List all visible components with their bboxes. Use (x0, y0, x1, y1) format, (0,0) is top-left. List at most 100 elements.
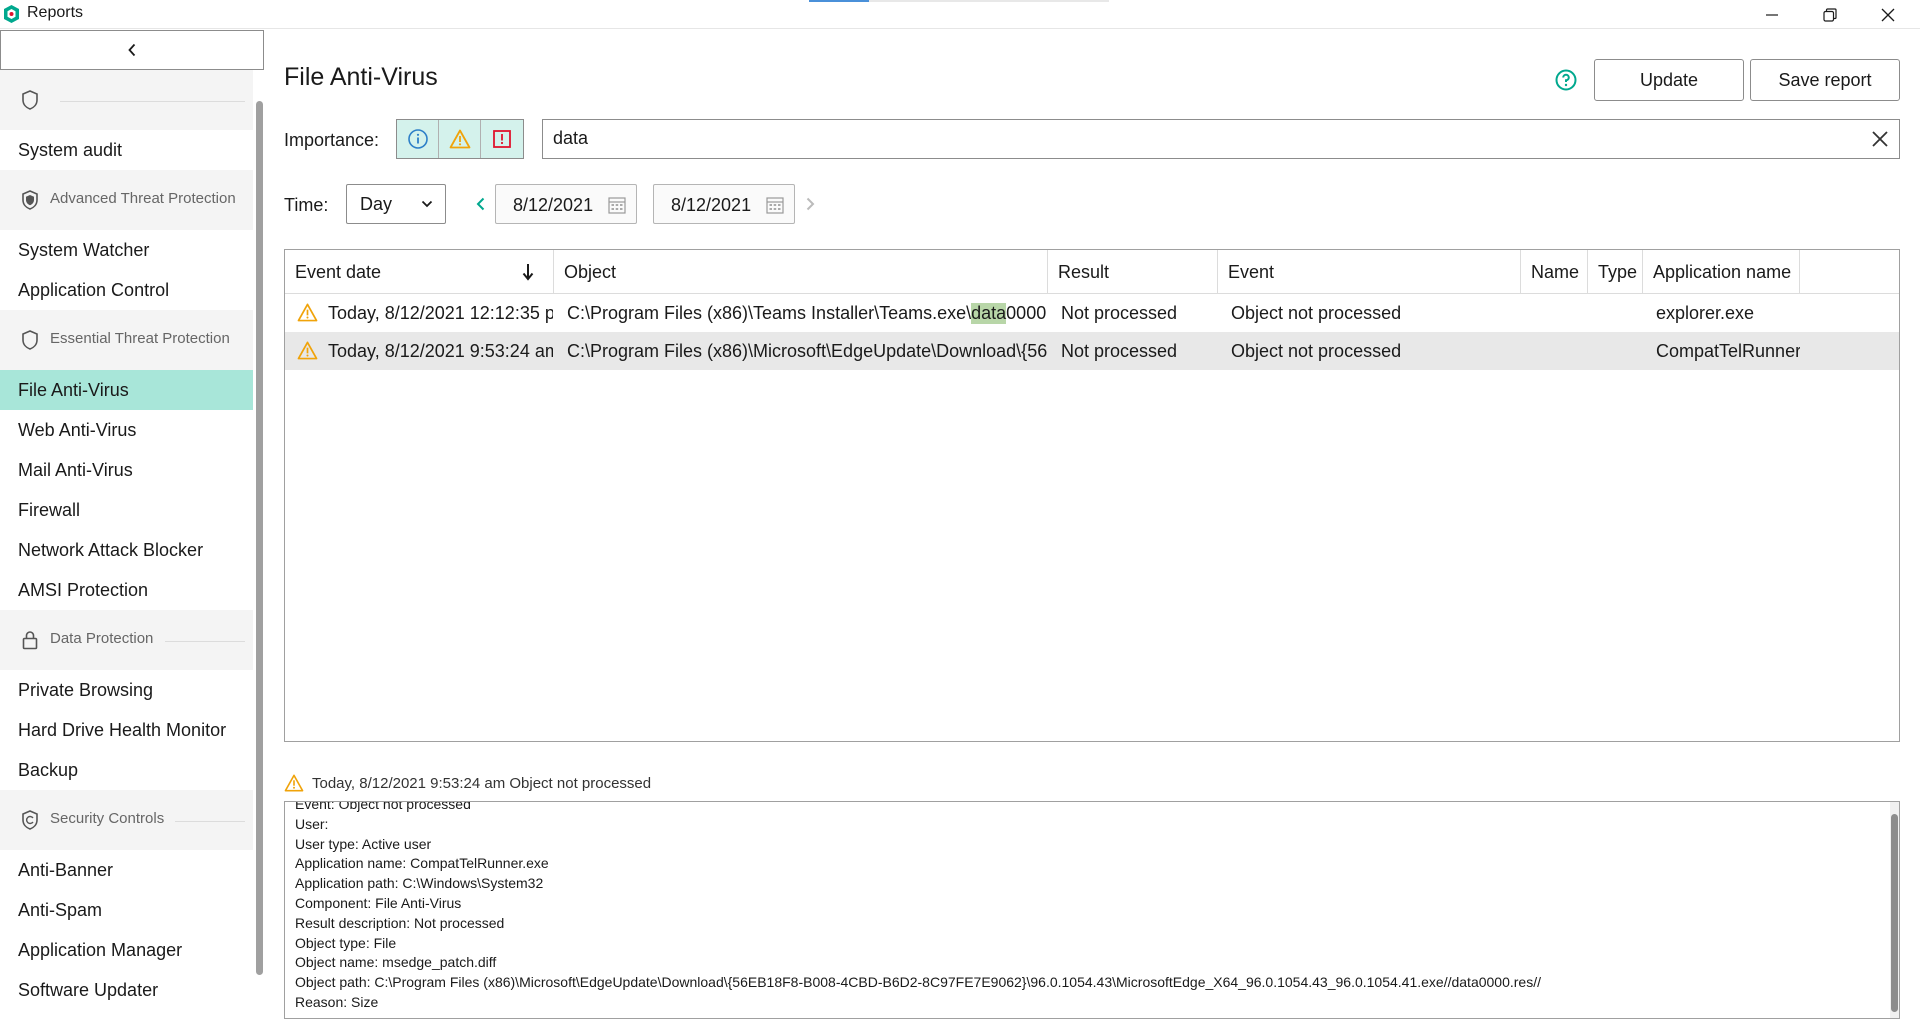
detail-result-description: Result description: Not processed (295, 914, 505, 931)
sidebar-item-amsi-protection[interactable]: AMSI Protection (0, 570, 253, 610)
lock-icon (22, 631, 38, 650)
sidebar-item-network-attack-blocker[interactable]: Network Attack Blocker (0, 530, 253, 570)
sidebar-scrollbar[interactable] (255, 71, 264, 1029)
table-row[interactable]: Today, 8/12/2021 12:12:35 pm C:\Program … (285, 294, 1899, 332)
importance-warning-toggle[interactable] (439, 120, 481, 158)
sidebar-item-private-browsing[interactable]: Private Browsing (0, 670, 253, 710)
detail-component: Component: File Anti-Virus (295, 894, 462, 911)
next-period-icon[interactable] (803, 196, 817, 212)
column-result[interactable]: Result (1048, 250, 1218, 294)
events-table: Event date Object Result Event Name Type… (284, 249, 1900, 742)
sidebar-item-application-manager[interactable]: Application Manager (0, 930, 253, 970)
help-icon[interactable] (1554, 68, 1578, 92)
warning-icon (449, 129, 470, 149)
detail-object-type: Object type: File (295, 934, 397, 951)
sidebar-section-general (0, 70, 253, 130)
column-event[interactable]: Event (1218, 250, 1521, 294)
shield-icon (22, 330, 38, 350)
search-input[interactable]: data (542, 119, 1900, 159)
info-icon (407, 129, 428, 149)
cell-event-date: Today, 8/12/2021 9:53:24 am (328, 340, 553, 361)
minimize-button[interactable] (1743, 0, 1801, 29)
page-title: File Anti-Virus (284, 63, 438, 91)
sidebar-item-system-watcher[interactable]: System Watcher (0, 230, 253, 270)
restore-button[interactable] (1801, 0, 1859, 29)
event-details-header: Today, 8/12/2021 9:53:24 am Object not p… (284, 771, 651, 795)
column-application-name[interactable]: Application name (1643, 250, 1800, 294)
title-bar: Reports (0, 0, 1920, 29)
sidebar-section-label: Advanced Threat Protection (50, 190, 236, 207)
window-title: Reports (27, 4, 84, 21)
cell-result: Not processed (1061, 340, 1178, 361)
detail-user: User: (295, 815, 329, 832)
close-window-button[interactable] (1859, 0, 1917, 29)
app-logo-icon (4, 5, 19, 23)
warning-icon (297, 341, 318, 360)
update-button[interactable]: Update (1594, 59, 1744, 101)
cell-object: C:\Program Files (x86)\Teams Installer\T… (567, 294, 1047, 332)
calendar-icon[interactable] (766, 196, 784, 214)
calendar-icon[interactable] (608, 196, 626, 214)
scrollbar-thumb[interactable] (1891, 814, 1898, 1012)
sidebar: System audit Advanced Threat Protection … (0, 29, 264, 1029)
sidebar-item-application-control[interactable]: Application Control (0, 270, 253, 310)
section-divider (165, 641, 245, 642)
date-from-value: 8/12/2021 (513, 195, 594, 215)
clear-search-icon[interactable] (1871, 130, 1889, 148)
collapse-sidebar-button[interactable] (0, 30, 264, 70)
chevron-down-icon (421, 200, 433, 208)
detail-application-path: Application path: C:\Windows\System32 (295, 875, 544, 892)
importance-filter (396, 119, 524, 159)
sidebar-section-label: Security Controls (50, 810, 165, 827)
sidebar-item-firewall[interactable]: Firewall (0, 490, 253, 530)
cell-object: C:\Program Files (x86)\Microsoft\EdgeUpd… (567, 332, 1047, 370)
column-object[interactable]: Object (554, 250, 1048, 294)
sidebar-item-mail-anti-virus[interactable]: Mail Anti-Virus (0, 450, 253, 490)
close-icon (1881, 8, 1895, 21)
detail-object-name: Object name: msedge_patch.diff (295, 954, 497, 971)
time-label: Time: (284, 195, 329, 215)
sidebar-item-backup[interactable]: Backup (0, 750, 253, 790)
sidebar-item-file-anti-virus[interactable]: File Anti-Virus (0, 370, 253, 410)
cell-type (1601, 294, 1643, 332)
sidebar-item-anti-spam[interactable]: Anti-Spam (0, 890, 253, 930)
shield-icon (22, 190, 38, 210)
sidebar-item-web-anti-virus[interactable]: Web Anti-Virus (0, 410, 253, 450)
loading-indicator (809, 0, 1109, 2)
cell-event-date: Today, 8/12/2021 12:12:35 pm (328, 302, 553, 323)
sort-descending-icon (522, 264, 534, 281)
scrollbar-thumb[interactable] (256, 101, 263, 975)
previous-period-icon[interactable] (474, 196, 488, 212)
table-row-selected[interactable]: Today, 8/12/2021 9:53:24 am C:\Program F… (285, 332, 1899, 370)
cell-event: Object not processed (1231, 340, 1402, 361)
sidebar-item-hard-drive-health-monitor[interactable]: Hard Drive Health Monitor (0, 710, 253, 750)
column-event-date[interactable]: Event date (285, 250, 554, 294)
importance-critical-toggle[interactable] (481, 120, 523, 158)
shield-refresh-icon (22, 810, 38, 830)
cell-application-name: explorer.exe (1656, 302, 1755, 323)
warning-icon (297, 303, 318, 322)
sidebar-item-system-audit[interactable]: System audit (0, 130, 253, 170)
date-from-field[interactable]: 8/12/2021 (495, 184, 637, 224)
period-value: Day (360, 194, 393, 214)
search-value: data (553, 128, 589, 148)
sidebar-item-anti-banner[interactable]: Anti-Banner (0, 850, 253, 890)
sidebar-section-label: Essential Threat Protection (50, 330, 230, 347)
column-name[interactable]: Name (1521, 250, 1588, 294)
details-scrollbar[interactable] (1890, 802, 1899, 1018)
date-to-field[interactable]: 8/12/2021 (653, 184, 795, 224)
cell-name (1534, 294, 1588, 332)
column-type[interactable]: Type (1588, 250, 1643, 294)
event-details-panel[interactable]: Event: Object not processed User: User t… (284, 801, 1900, 1019)
importance-label: Importance: (284, 130, 380, 150)
save-report-button[interactable]: Save report (1750, 59, 1900, 101)
object-path: C:\Program Files (x86)\Teams Installer\T… (567, 302, 972, 323)
importance-info-toggle[interactable] (397, 120, 439, 158)
sidebar-item-software-updater[interactable]: Software Updater (0, 970, 253, 1010)
critical-icon (493, 130, 511, 148)
period-select[interactable]: Day (346, 184, 446, 224)
sidebar-section-data-protection: Data Protection (0, 610, 253, 670)
section-divider (60, 101, 245, 102)
object-path: C:\Program Files (x86)\Microsoft\EdgeUpd… (567, 340, 1047, 361)
detail-event: Event: Object not processed (295, 801, 471, 812)
